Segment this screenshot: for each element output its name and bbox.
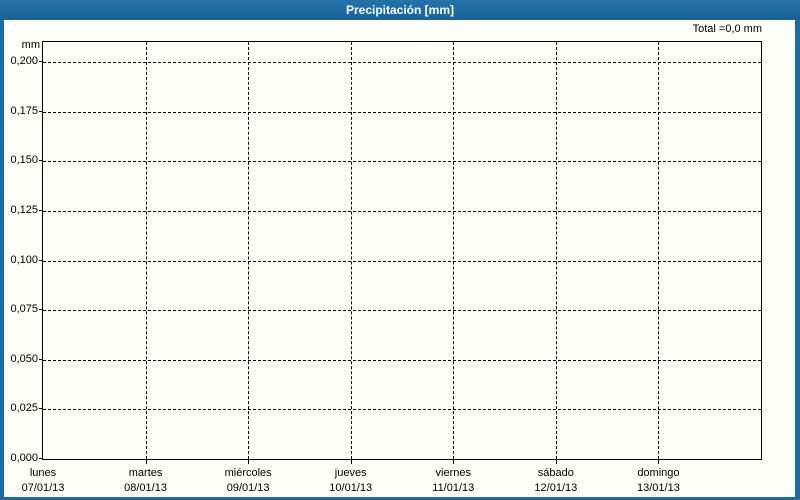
- gridline-horizontal: [43, 409, 761, 411]
- x-tick-label: lunes 07/01/13: [0, 467, 95, 495]
- x-label-day: miércoles: [224, 467, 272, 479]
- x-label-date: 13/01/13: [637, 482, 680, 494]
- x-label-date: 08/01/13: [124, 482, 167, 494]
- x-tick-mark: [453, 460, 455, 464]
- x-tick-label: miércoles 09/01/13: [196, 467, 300, 495]
- plot-area: [42, 41, 762, 460]
- y-tick-label: 0,125: [10, 203, 38, 216]
- y-tick-label: 0,175: [10, 104, 38, 117]
- y-tick-label: 0,200: [10, 55, 38, 67]
- x-label-date: 07/01/13: [21, 482, 65, 494]
- x-tick-label: jueves 10/01/13: [299, 467, 403, 495]
- x-tick-mark: [145, 460, 147, 464]
- gridline-vertical: [453, 42, 455, 459]
- x-label-day: lunes: [29, 467, 57, 479]
- x-tick-mark: [248, 460, 250, 464]
- y-axis-unit-label: mm: [21, 39, 40, 51]
- x-label-date: 11/01/13: [432, 482, 475, 494]
- chart-title: Precipitación [mm]: [345, 3, 455, 17]
- y-tick-label: 0,075: [10, 303, 38, 316]
- y-tick-mark: [39, 358, 43, 360]
- x-label-date: 12/01/13: [534, 482, 578, 494]
- total-label: Total =0,0 mm: [692, 23, 762, 35]
- gridline-horizontal: [43, 310, 761, 312]
- x-tick-label: domingo 13/01/13: [606, 467, 710, 495]
- x-label-day: martes: [128, 467, 163, 479]
- y-tick-label: 0,000: [10, 452, 38, 464]
- x-label-date: 09/01/13: [226, 482, 270, 494]
- x-tick-label: sábado 12/01/13: [504, 467, 608, 495]
- y-tick-mark: [39, 408, 43, 410]
- y-tick-mark: [39, 61, 43, 62]
- x-tick-label: martes 08/01/13: [94, 467, 198, 495]
- y-tick-mark: [39, 309, 43, 311]
- y-tick-label: 0,100: [10, 253, 38, 266]
- gridline-vertical: [555, 42, 557, 459]
- gridline-horizontal: [43, 161, 761, 163]
- x-tick-mark: [555, 460, 557, 464]
- gridline-vertical: [350, 42, 352, 459]
- y-tick-mark: [39, 160, 43, 162]
- gridline-vertical: [248, 42, 250, 459]
- x-label-day: domingo: [637, 467, 680, 479]
- gridline-vertical: [145, 42, 147, 459]
- y-tick-mark: [39, 458, 43, 459]
- gridline-horizontal: [43, 210, 761, 212]
- gridline-horizontal: [43, 62, 761, 63]
- y-tick-label: 0,050: [10, 352, 38, 365]
- x-label-day: jueves: [334, 467, 367, 479]
- y-tick-label: 0,150: [10, 154, 38, 167]
- x-tick-mark: [350, 460, 352, 464]
- gridline-horizontal: [43, 111, 761, 113]
- y-tick-mark: [39, 259, 43, 261]
- gridline-horizontal: [43, 359, 761, 361]
- x-tick-mark: [658, 460, 660, 464]
- y-tick-label: 0,025: [10, 402, 38, 415]
- gridline-vertical: [658, 42, 660, 459]
- chart-title-bar: Precipitación [mm]: [0, 0, 800, 20]
- x-label-date: 10/01/13: [329, 482, 373, 494]
- gridline-horizontal: [43, 260, 761, 262]
- chart-window: Precipitación [mm] Total =0,0 mm mm 0,20…: [0, 0, 800, 500]
- x-label-day: sábado: [537, 467, 574, 479]
- chart-canvas: Total =0,0 mm mm 0,200 0,175 0,150 0,125 0,1…: [4, 20, 795, 497]
- x-tick-label: viernes 11/01/13: [401, 467, 505, 495]
- y-tick-mark: [39, 209, 43, 211]
- y-tick-mark: [39, 110, 43, 112]
- x-label-day: viernes: [435, 467, 472, 479]
